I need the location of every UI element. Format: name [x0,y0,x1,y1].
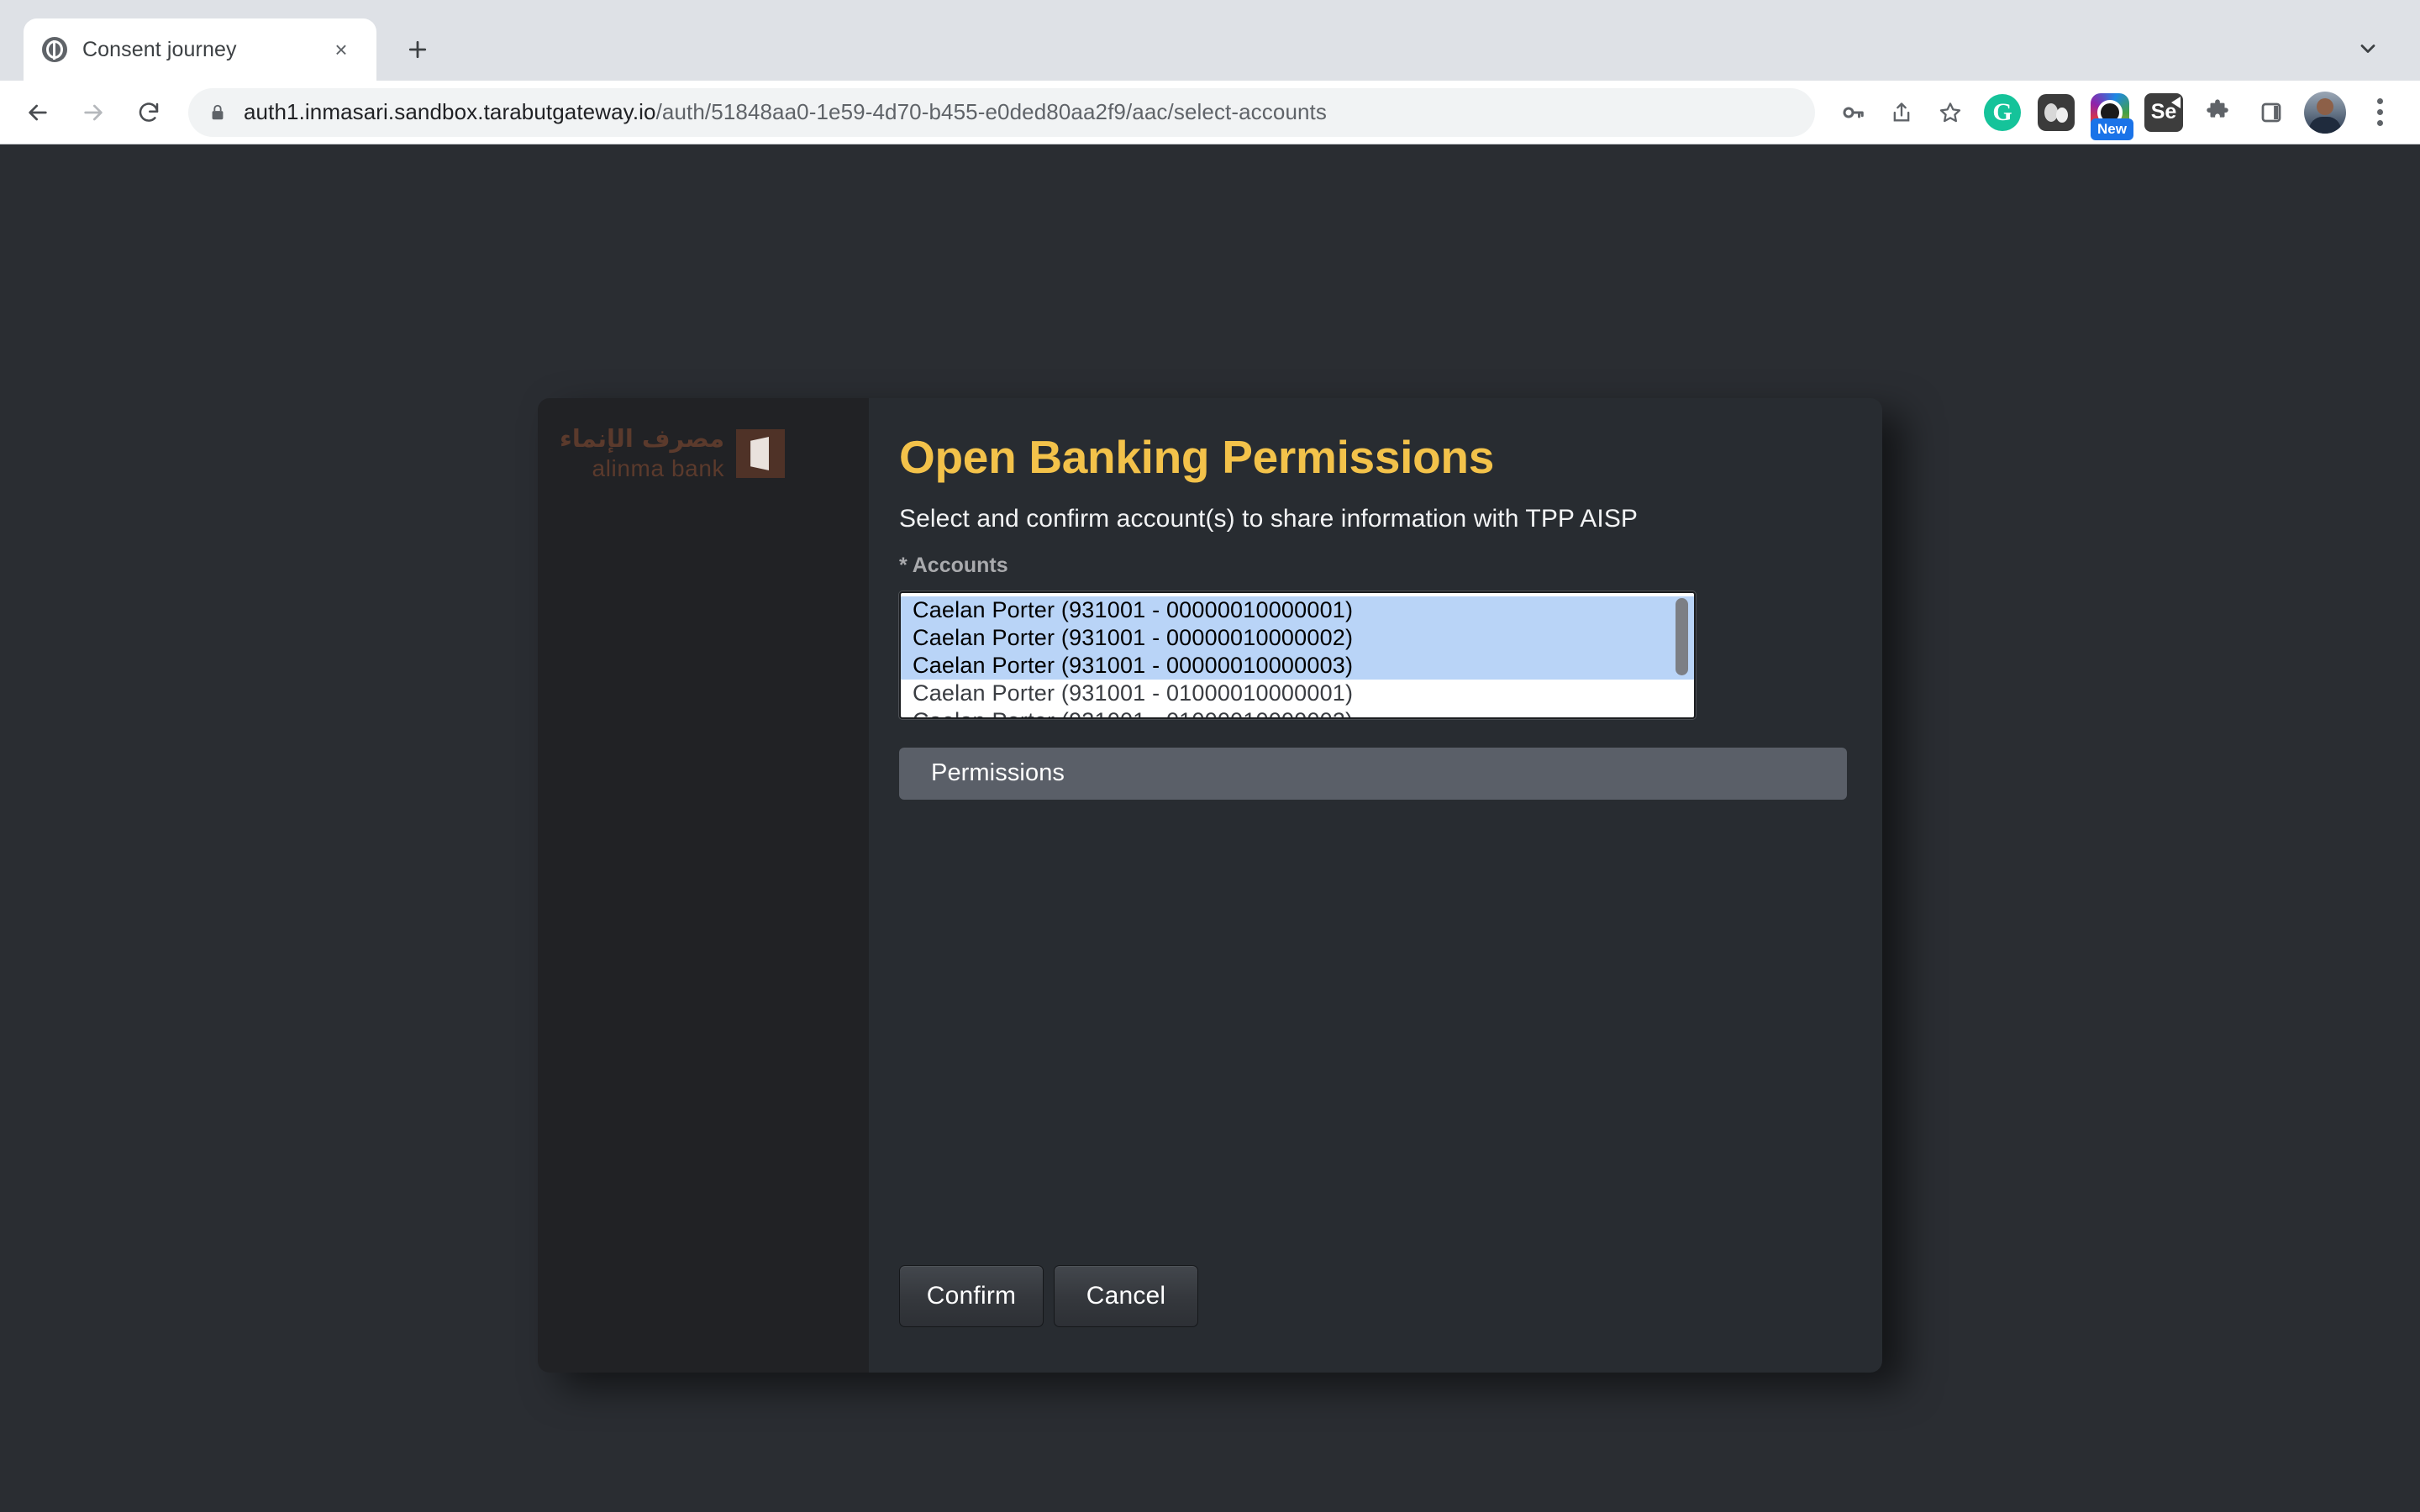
menu-dot [2376,109,2383,115]
list-item[interactable]: Caelan Porter (931001 - 01000010000002) [901,707,1694,717]
brand-mark-icon [736,429,786,478]
chrome-menu-icon[interactable] [2358,89,2402,136]
accounts-field-label: * Accounts [899,553,1008,577]
new-badge: New [2091,118,2133,140]
url-text: auth1.inmasari.sandbox.tarabutgateway.io… [244,99,1327,125]
password-key-icon[interactable] [1830,90,1876,135]
accounts-listbox[interactable]: Caelan Porter (931001 - 00000010000001) … [899,591,1696,719]
dark-extension-glyph [2038,93,2075,131]
menu-dot [2376,98,2383,104]
consent-content: Open Banking Permissions Select and conf… [869,398,1882,1373]
new-tab-button[interactable] [393,25,442,74]
cancel-button[interactable]: Cancel [1054,1265,1198,1327]
list-item[interactable]: Caelan Porter (931001 - 01000010000001) [901,680,1694,707]
avatar[interactable] [2301,88,2349,137]
page-subtitle: Select and confirm account(s) to share i… [899,504,1639,533]
brand-name-english: alinma bank [592,455,725,481]
page-viewport: مصرف الإنماء alinma bank Open Banking Pe… [0,144,2420,1512]
avatar-image [2304,91,2346,134]
chevron-down-icon[interactable] [2346,27,2390,71]
permissions-header-label: Permissions [931,759,1065,786]
tab-title: Consent journey [82,37,237,61]
puzzle-glyph [2203,98,2232,127]
extensions-puzzle-icon[interactable] [2193,88,2242,137]
page-title: Open Banking Permissions [899,431,1494,483]
accounts-options-container: Caelan Porter (931001 - 00000010000001) … [901,593,1694,717]
scrollbar-thumb[interactable] [1676,597,1688,675]
listbox-scrollbar[interactable] [1676,597,1688,714]
brand-wordmark: مصرف الإنماء alinma bank [560,427,724,480]
rainbow-extension-icon[interactable]: New [2086,88,2134,140]
selenium-glyph: Se [2144,92,2183,132]
back-arrow-icon[interactable] [12,87,64,139]
bookmark-star-icon[interactable] [1928,90,1973,135]
grammarly-glyph: G [1984,93,2021,131]
dialog-actions: Confirm Cancel [899,1265,1198,1327]
menu-dot [2376,120,2383,126]
brand-pane: مصرف الإنماء alinma bank [538,398,869,1373]
selenium-ide-extension-icon[interactable]: Se [2139,88,2188,137]
grammarly-extension-icon[interactable]: G [1978,88,2027,137]
globe-icon [42,37,67,62]
share-icon[interactable] [1879,90,1924,135]
forward-arrow-icon[interactable] [67,87,119,139]
close-icon[interactable]: × [324,33,358,66]
list-item[interactable]: Caelan Porter (931001 - 00000010000003) [901,651,1694,680]
list-item[interactable]: Caelan Porter (931001 - 00000010000002) [901,623,1694,652]
lock-icon [208,102,229,123]
consent-dialog: مصرف الإنماء alinma bank Open Banking Pe… [538,398,1882,1373]
alinma-bank-logo: مصرف الإنماء alinma bank [560,427,869,480]
dark-extension-icon[interactable] [2032,88,2081,137]
side-panel-glyph [2259,100,2284,125]
reload-icon[interactable] [123,87,175,139]
browser-toolbar: auth1.inmasari.sandbox.tarabutgateway.io… [0,81,2420,144]
list-item[interactable]: Caelan Porter (931001 - 00000010000001) [901,596,1694,624]
url-host: auth1.inmasari.sandbox.tarabutgateway.io [244,99,656,124]
browser-tab[interactable]: Consent journey × [24,18,376,81]
confirm-button[interactable]: Confirm [899,1265,1044,1327]
side-panel-icon[interactable] [2247,88,2296,137]
tab-strip: Consent journey × [0,0,2420,81]
brand-name-arabic: مصرف الإنماء [560,424,725,453]
permissions-section-header[interactable]: Permissions [899,747,1847,800]
browser-window: Consent journey × auth1.inmasari.sandbox… [0,0,2420,1512]
address-bar[interactable]: auth1.inmasari.sandbox.tarabutgateway.io… [188,87,1815,137]
url-path: /auth/51848aa0-1e59-4d70-b455-e0ded80aa2… [655,99,1327,124]
